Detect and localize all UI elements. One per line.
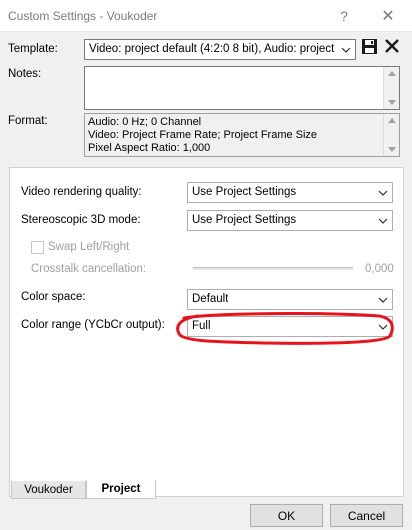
color-range-select[interactable]: Full: [187, 316, 393, 337]
format-label: Format:: [8, 115, 48, 127]
tab-project-label: Project: [101, 483, 141, 495]
color-space-label: Color space:: [21, 291, 86, 303]
crosstalk-value: 0,000: [365, 263, 394, 275]
title-bar: Custom Settings - Voukoder ? ✕: [0, 0, 412, 32]
tab-voukoder[interactable]: Voukoder: [11, 481, 86, 499]
template-label: Template:: [8, 43, 58, 55]
video-quality-label: Video rendering quality:: [21, 186, 142, 198]
chevron-down-icon: [378, 218, 388, 224]
tab-voukoder-label: Voukoder: [24, 483, 73, 496]
stereo-mode-select[interactable]: Use Project Settings: [187, 210, 393, 231]
close-icon: ✕: [381, 8, 395, 25]
color-space-select[interactable]: Default: [187, 289, 393, 310]
format-line: Pixel Aspect Ratio: 1,000: [88, 142, 211, 154]
chevron-down-icon: [378, 297, 388, 303]
color-space-value: Default: [192, 293, 229, 305]
help-icon: ?: [340, 8, 348, 24]
notes-label: Notes:: [8, 68, 42, 80]
video-quality-value: Use Project Settings: [192, 186, 297, 198]
ok-button[interactable]: OK: [250, 504, 323, 527]
close-button[interactable]: ✕: [366, 0, 410, 32]
delete-icon[interactable]: [383, 37, 401, 55]
stereo-mode-label: Stereoscopic 3D mode:: [21, 214, 141, 226]
format-line: Audio: 0 Hz; 0 Channel: [88, 116, 202, 128]
project-settings-panel: Video rendering quality: Use Project Set…: [9, 167, 404, 497]
color-range-label: Color range (YCbCr output):: [21, 319, 165, 331]
video-quality-select[interactable]: Use Project Settings: [187, 182, 393, 203]
scroll-up-icon: [388, 71, 396, 76]
format-line: Video: Project Frame Rate; Project Frame…: [88, 129, 318, 141]
save-icon[interactable]: [361, 38, 378, 55]
tab-bar: Voukoder Project: [9, 480, 404, 499]
crosstalk-slider[interactable]: [193, 267, 353, 270]
notes-field[interactable]: [84, 66, 400, 110]
format-scrollbar[interactable]: [383, 114, 399, 156]
crosstalk-label: Crosstalk cancellation:: [31, 263, 147, 275]
window-title: Custom Settings - Voukoder: [8, 9, 158, 23]
tab-project[interactable]: Project: [86, 480, 156, 499]
help-button[interactable]: ?: [322, 0, 366, 32]
template-select[interactable]: Video: project default (4:2:0 8 bit), Au…: [84, 39, 356, 60]
chevron-down-icon: [341, 47, 351, 53]
chevron-down-icon: [378, 324, 388, 330]
template-value: Video: project default (4:2:0 8 bit), Au…: [89, 43, 337, 55]
scroll-down-icon: [388, 147, 396, 152]
format-info: Audio: 0 Hz; 0 Channel Video: Project Fr…: [84, 113, 400, 157]
cancel-button[interactable]: Cancel: [330, 504, 403, 527]
swap-left-right-checkbox[interactable]: [31, 241, 44, 254]
chevron-down-icon: [378, 190, 388, 196]
stereo-mode-value: Use Project Settings: [192, 214, 297, 226]
swap-left-right-label: Swap Left/Right: [48, 241, 130, 253]
color-range-value: Full: [192, 320, 211, 332]
scroll-up-icon: [388, 118, 396, 123]
notes-scrollbar[interactable]: [383, 67, 399, 109]
scroll-down-icon: [388, 100, 396, 105]
